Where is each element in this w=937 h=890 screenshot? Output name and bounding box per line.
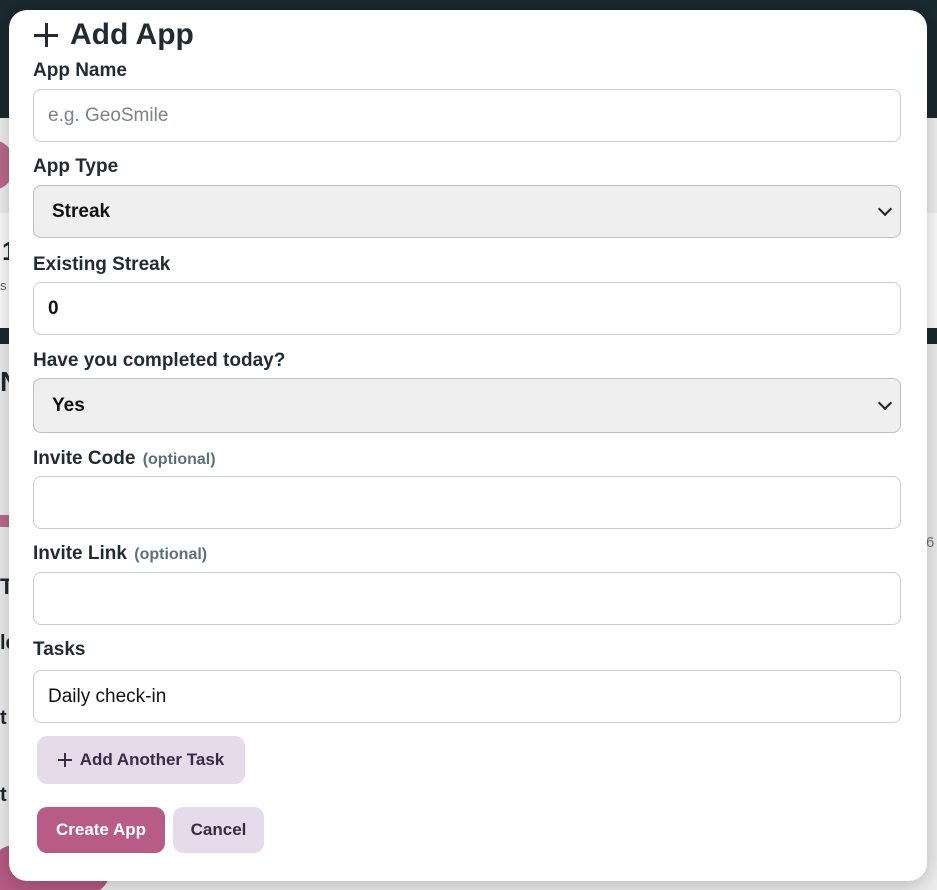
existing-streak-value: 0 [48, 297, 59, 319]
completed-today-selected-value: Yes [52, 394, 85, 416]
existing-streak-label: Existing Streak [33, 254, 171, 275]
modal-title: Add App [34, 15, 194, 55]
completed-today-select[interactable]: Yes [33, 378, 901, 433]
task-value: Daily check-in [48, 685, 167, 707]
add-another-task-label: Add Another Task [79, 750, 225, 769]
invite-code-input[interactable] [33, 476, 901, 529]
app-type-selected-value: Streak [52, 200, 111, 222]
app-type-label: App Type [33, 156, 119, 177]
background-text-fragment: 6 [926, 534, 935, 551]
invite-code-label-text: Invite Code [33, 448, 136, 469]
background-text-fragment: s [0, 278, 7, 293]
app-name-placeholder: e.g. GeoSmile [48, 104, 169, 126]
optional-hint: (optional) [134, 546, 208, 563]
completed-today-label: Have you completed today? [33, 350, 286, 371]
existing-streak-input[interactable]: 0 [33, 282, 901, 335]
background-text-fragment: t [0, 707, 7, 729]
app-name-input[interactable]: e.g. GeoSmile [33, 89, 901, 142]
create-app-button[interactable]: Create App [37, 807, 165, 853]
cancel-button[interactable]: Cancel [173, 807, 264, 853]
task-input[interactable]: Daily check-in [33, 670, 901, 723]
chevron-down-icon [877, 395, 893, 411]
background-text-fragment: t [0, 784, 7, 806]
modal-title-text: Add App [70, 18, 194, 51]
plus-icon [57, 753, 72, 767]
plus-icon [34, 23, 58, 47]
tasks-label: Tasks [33, 639, 86, 660]
invite-link-input[interactable] [33, 572, 901, 625]
chevron-down-icon [877, 201, 893, 217]
app-name-label: App Name [33, 60, 127, 81]
add-another-task-button[interactable]: Add Another Task [37, 736, 245, 784]
invite-code-label: Invite Code (optional) [33, 448, 216, 470]
invite-link-label: Invite Link (optional) [33, 543, 207, 565]
app-type-select[interactable]: Streak [33, 185, 901, 238]
invite-link-label-text: Invite Link [33, 543, 127, 564]
add-app-modal: Add App App Name e.g. GeoSmile App Type … [9, 10, 927, 881]
optional-hint: (optional) [142, 451, 216, 468]
